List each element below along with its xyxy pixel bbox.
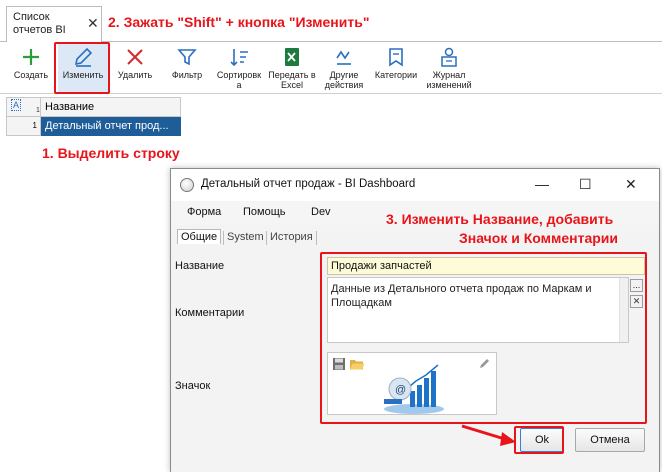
change-log-label: Журнал изменений — [426, 70, 472, 90]
export-excel-button[interactable]: Передать в Excel — [266, 44, 318, 92]
tab-general[interactable]: Общие — [177, 229, 222, 244]
sort-button[interactable]: Сортировк а — [214, 44, 264, 92]
tab-system[interactable]: System — [227, 231, 264, 243]
app-icon — [180, 178, 194, 192]
column-header-name[interactable]: Название — [41, 97, 181, 117]
filter-button[interactable]: Фильтр — [164, 44, 210, 92]
filter-label: Фильтр — [171, 70, 203, 80]
delete-x-icon — [127, 49, 143, 65]
edit-button-highlight — [54, 42, 110, 94]
tab-title: Список отчетов BI — [13, 11, 66, 36]
plus-icon — [23, 49, 39, 65]
categories-button[interactable]: Категории — [372, 44, 420, 92]
other-actions-button[interactable]: Другие действия — [320, 44, 368, 92]
name-label: Название — [175, 260, 225, 272]
table-row[interactable]: Детальный отчет прод... — [41, 117, 181, 136]
actions-icon — [336, 50, 351, 65]
menu-form[interactable]: Форма — [187, 206, 221, 218]
subtab-divider — [316, 231, 317, 245]
sort-icon — [230, 49, 248, 67]
export-excel-label: Передать в Excel — [268, 70, 316, 90]
comments-label: Комментарии — [175, 307, 245, 319]
dialog-title: Детальный отчет продаж - BI Dashboard — [201, 178, 416, 190]
tab-reports-list[interactable]: Список отчетов BI ✕ — [6, 6, 102, 43]
log-user-icon — [441, 47, 457, 67]
annotation-step1: 1. Выделить строку — [42, 145, 180, 161]
select-all-icon: A — [11, 99, 22, 111]
close-icon[interactable]: ✕ — [625, 175, 637, 193]
create-label: Создать — [13, 70, 49, 80]
annotation-step3-line2: Значок и Комментарии — [459, 230, 619, 246]
minimize-icon[interactable]: — — [535, 175, 549, 193]
annotation-step2: 2. Зажать "Shift" + кнопка "Изменить" — [108, 14, 370, 30]
categories-label: Категории — [374, 70, 418, 80]
bookmark-icon — [389, 48, 403, 67]
maximize-icon[interactable]: ☐ — [579, 175, 592, 193]
change-log-button[interactable]: Журнал изменений — [424, 44, 474, 92]
menu-help[interactable]: Помощь — [243, 206, 286, 218]
arrow-to-ok-icon — [461, 424, 516, 446]
dialog-titlebar[interactable]: Детальный отчет продаж - BI Dashboard — … — [171, 169, 659, 201]
delete-button[interactable]: Удалить — [112, 44, 158, 92]
other-actions-label: Другие действия — [324, 70, 364, 90]
icon-label: Значок — [175, 380, 211, 392]
create-button[interactable]: Создать — [8, 44, 54, 92]
tab-close-icon[interactable]: ✕ — [87, 16, 99, 30]
annotation-step3-line1: 3. Изменить Название, добавить — [386, 211, 614, 227]
excel-icon — [285, 48, 299, 66]
delete-label: Удалить — [117, 70, 153, 80]
corner-rownum: 1 — [36, 107, 40, 114]
cancel-button[interactable]: Отмена — [575, 428, 645, 452]
tab-history[interactable]: История — [270, 231, 313, 243]
subtab-divider — [266, 231, 267, 245]
subtab-divider — [223, 231, 224, 245]
filter-icon — [177, 49, 197, 66]
grid-corner[interactable]: A 1 — [6, 97, 41, 117]
menu-dev[interactable]: Dev — [311, 206, 331, 218]
row-number[interactable]: 1 — [6, 117, 41, 136]
fields-highlight — [320, 252, 647, 424]
ok-button-highlight — [514, 426, 564, 454]
sort-label: Сортировк а — [216, 70, 262, 90]
